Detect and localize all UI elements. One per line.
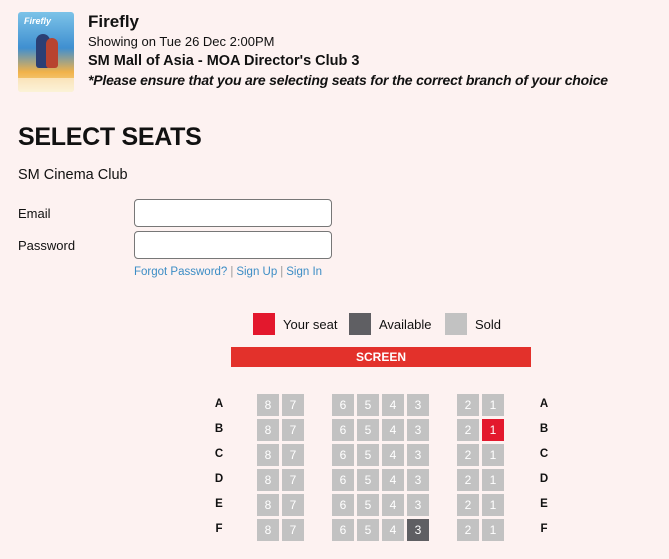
seat-a5: 5 [357, 394, 379, 416]
link-separator: | [230, 266, 234, 278]
seat-b3: 3 [407, 419, 429, 441]
poster-base [18, 78, 74, 92]
row-label-f: F [540, 523, 548, 535]
seat-d2: 2 [457, 469, 479, 491]
screen-bar: SCREEN [231, 347, 531, 367]
seat-b5: 5 [357, 419, 379, 441]
link-separator: | [280, 266, 284, 278]
seat-d8: 8 [257, 469, 279, 491]
seat-e3: 3 [407, 494, 429, 516]
seat-f4: 4 [382, 519, 404, 541]
password-label: Password [18, 238, 76, 253]
seat-c2: 2 [457, 444, 479, 466]
legend-swatch-sold [445, 313, 467, 335]
poster-figure [46, 38, 58, 68]
sign-up-link[interactable]: Sign Up [236, 266, 277, 278]
seat-f1: 1 [482, 519, 504, 541]
row-label-d: D [539, 473, 549, 485]
branch-warning: *Please ensure that you are selecting se… [88, 72, 608, 88]
seat-a3: 3 [407, 394, 429, 416]
seat-f3[interactable]: 3 [407, 519, 429, 541]
email-field[interactable] [134, 199, 332, 227]
seat-b2: 2 [457, 419, 479, 441]
seat-d6: 6 [332, 469, 354, 491]
seat-e5: 5 [357, 494, 379, 516]
seat-b6: 6 [332, 419, 354, 441]
forgot-password-link[interactable]: Forgot Password? [134, 266, 227, 278]
row-label-b: B [539, 423, 549, 435]
seat-d4: 4 [382, 469, 404, 491]
seat-b1[interactable]: 1 [482, 419, 504, 441]
seat-a1: 1 [482, 394, 504, 416]
poster-title: Firefly [24, 16, 52, 26]
seat-e7: 7 [282, 494, 304, 516]
legend-label: Your seat [283, 316, 338, 332]
seat-c7: 7 [282, 444, 304, 466]
seat-f2: 2 [457, 519, 479, 541]
row-label-e: E [540, 498, 548, 510]
seat-a2: 2 [457, 394, 479, 416]
row-label-e: E [215, 498, 223, 510]
seat-d5: 5 [357, 469, 379, 491]
seat-f8: 8 [257, 519, 279, 541]
movie-poster: Firefly [18, 12, 74, 92]
seat-e4: 4 [382, 494, 404, 516]
row-label-b: B [214, 423, 224, 435]
seat-c4: 4 [382, 444, 404, 466]
seat-d3: 3 [407, 469, 429, 491]
seat-a7: 7 [282, 394, 304, 416]
seat-e2: 2 [457, 494, 479, 516]
showtime: Showing on Tue 26 Dec 2:00PM [88, 34, 275, 49]
seat-c6: 6 [332, 444, 354, 466]
legend-sold: Sold [445, 313, 501, 335]
seat-b8: 8 [257, 419, 279, 441]
seat-e8: 8 [257, 494, 279, 516]
row-label-c: C [539, 448, 549, 460]
row-label-f: F [215, 523, 223, 535]
seat-c1: 1 [482, 444, 504, 466]
seat-a4: 4 [382, 394, 404, 416]
club-title: SM Cinema Club [18, 167, 128, 183]
seat-e6: 6 [332, 494, 354, 516]
venue: SM Mall of Asia - MOA Director's Club 3 [88, 53, 360, 69]
seat-f7: 7 [282, 519, 304, 541]
seat-c5: 5 [357, 444, 379, 466]
seat-a8: 8 [257, 394, 279, 416]
legend-label: Sold [475, 316, 502, 332]
legend-label: Available [379, 316, 432, 332]
seat-e1: 1 [482, 494, 504, 516]
account-links: Forgot Password? | Sign Up | Sign In [134, 266, 322, 278]
page-title: SELECT SEATS [18, 123, 202, 151]
row-label-d: D [214, 473, 224, 485]
seat-f6: 6 [332, 519, 354, 541]
seat-c8: 8 [257, 444, 279, 466]
row-label-c: C [214, 448, 224, 460]
seat-d1: 1 [482, 469, 504, 491]
seat-a6: 6 [332, 394, 354, 416]
movie-title: Firefly [88, 12, 140, 31]
legend-swatch-available [349, 313, 371, 335]
seat-b7: 7 [282, 419, 304, 441]
legend-swatch-your-seat [253, 313, 275, 335]
legend-available: Available [349, 313, 432, 335]
seat-b4: 4 [382, 419, 404, 441]
seat-f5: 5 [357, 519, 379, 541]
row-label-a: A [539, 398, 549, 410]
row-label-a: A [214, 398, 224, 410]
email-label: Email [18, 206, 51, 221]
password-field[interactable] [134, 231, 332, 259]
legend-your-seat: Your seat [253, 313, 337, 335]
seat-d7: 7 [282, 469, 304, 491]
seat-c3: 3 [407, 444, 429, 466]
sign-in-link[interactable]: Sign In [286, 266, 322, 278]
